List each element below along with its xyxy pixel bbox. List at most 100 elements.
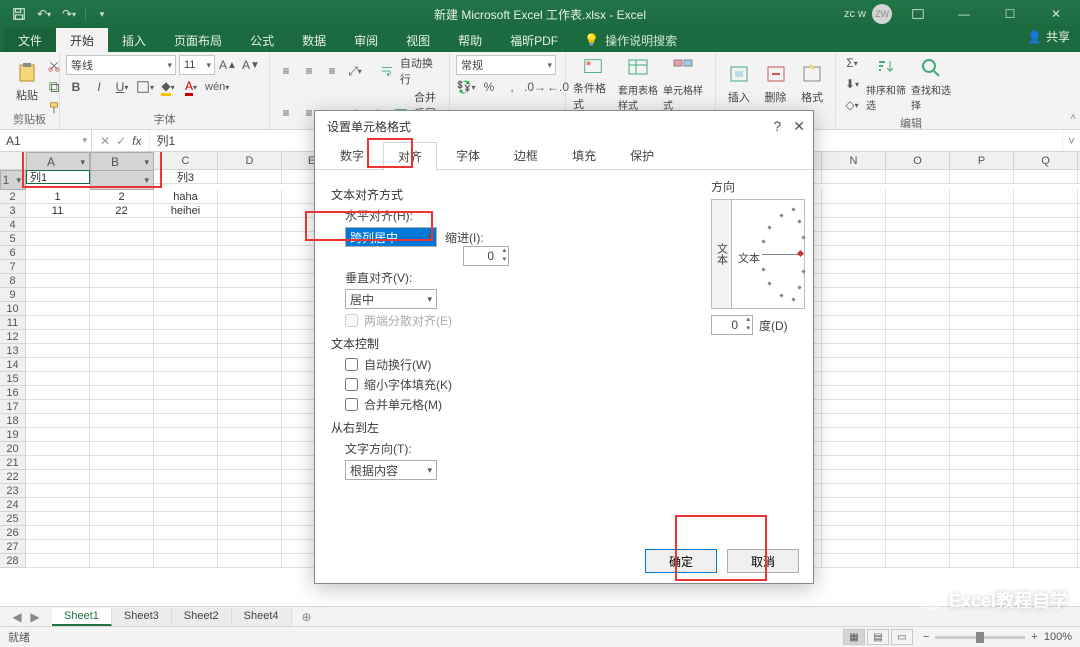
percent-icon[interactable]: % [479,77,499,97]
align-left-icon[interactable]: ≡ [276,103,296,123]
cell[interactable] [822,554,886,568]
cell[interactable] [154,498,218,512]
row-header[interactable]: 7 [0,260,26,274]
tab-alignment[interactable]: 对齐 [383,142,437,170]
cell[interactable] [1014,274,1078,288]
row-header[interactable]: 12 [0,330,26,344]
cell[interactable] [218,246,282,260]
cell[interactable] [886,232,950,246]
cut-icon[interactable] [44,56,64,76]
help-icon[interactable]: ? [773,118,781,135]
cell[interactable] [886,372,950,386]
cell[interactable] [154,330,218,344]
enter-formula-icon[interactable]: ✓ [116,134,126,148]
page-layout-view-icon[interactable]: ▤ [867,629,889,645]
cell[interactable] [154,274,218,288]
column-header[interactable]: B [90,152,154,172]
increase-decimal-icon[interactable]: .0→ [525,77,545,97]
cell[interactable] [90,414,154,428]
italic-button[interactable]: I [89,77,109,97]
cell[interactable] [154,554,218,568]
cell[interactable] [90,260,154,274]
qat-customize-icon[interactable]: ▾ [91,3,113,25]
cell[interactable] [218,232,282,246]
ribbon-options-icon[interactable] [898,0,938,28]
find-select-button[interactable]: 查找和选择 [910,55,952,113]
cell[interactable] [26,554,90,568]
cell[interactable]: 22 [90,204,154,218]
cell[interactable] [822,288,886,302]
row-header[interactable]: 28 [0,554,26,568]
ok-button[interactable]: 确定 [645,549,717,573]
row-header[interactable]: 17 [0,400,26,414]
row-header[interactable]: 27 [0,540,26,554]
select-all-corner[interactable] [0,152,26,170]
cell[interactable] [1014,540,1078,554]
cell[interactable] [950,442,1014,456]
fx-icon[interactable]: fx [132,134,141,148]
cell[interactable] [26,316,90,330]
cell[interactable] [218,204,282,218]
cell[interactable] [218,358,282,372]
cell[interactable] [822,274,886,288]
cell[interactable] [886,246,950,260]
cell[interactable] [886,274,950,288]
row-header[interactable]: 24 [0,498,26,512]
cell[interactable] [886,386,950,400]
tab-home[interactable]: 开始 [56,28,108,52]
cell[interactable] [90,274,154,288]
cell[interactable] [950,218,1014,232]
cell[interactable] [1014,400,1078,414]
cell[interactable] [886,218,950,232]
cell[interactable] [218,288,282,302]
tab-data[interactable]: 数据 [288,28,340,52]
bold-button[interactable]: B [66,77,86,97]
cell[interactable] [26,302,90,316]
avatar[interactable]: ZW [872,4,892,24]
row-header[interactable]: 11 [0,316,26,330]
sheet-tab[interactable]: Sheet1 [52,608,112,626]
cell[interactable] [26,498,90,512]
cell[interactable] [90,428,154,442]
cell[interactable] [218,274,282,288]
cell[interactable] [154,386,218,400]
cell[interactable] [90,344,154,358]
copy-icon[interactable] [44,77,64,97]
cell[interactable] [1014,190,1078,204]
cell[interactable] [218,456,282,470]
cell[interactable] [822,386,886,400]
cell[interactable] [26,414,90,428]
row-header[interactable]: 23 [0,484,26,498]
cell[interactable] [1014,414,1078,428]
cell[interactable]: 2 [90,190,154,204]
cell[interactable] [90,386,154,400]
cell[interactable] [218,386,282,400]
cell[interactable] [26,512,90,526]
cell[interactable] [90,484,154,498]
cell[interactable] [822,358,886,372]
indent-spinner[interactable]: 0 [463,246,509,266]
cell[interactable] [26,428,90,442]
cell[interactable] [154,316,218,330]
cell[interactable] [218,428,282,442]
cell[interactable] [26,484,90,498]
pinyin-icon[interactable]: wén▾ [204,77,230,97]
cell[interactable] [26,526,90,540]
wrap-text-label[interactable]: 自动换行 [400,55,443,87]
cell[interactable] [154,232,218,246]
cell[interactable] [218,344,282,358]
orientation-icon[interactable]: ⤢▾ [345,61,365,81]
cell[interactable] [950,498,1014,512]
dialog-title-bar[interactable]: 设置单元格格式 ? ✕ [315,111,813,141]
cell[interactable] [90,540,154,554]
cell[interactable] [822,246,886,260]
column-header[interactable]: D [218,152,282,169]
collapse-ribbon-icon[interactable]: ˄ [1070,112,1076,123]
tab-border[interactable]: 边框 [499,141,553,169]
cell[interactable] [90,170,154,190]
cell[interactable] [26,358,90,372]
cell[interactable] [950,512,1014,526]
cell[interactable] [218,260,282,274]
tab-formulas[interactable]: 公式 [236,28,288,52]
zoom-in-icon[interactable]: + [1031,631,1037,643]
